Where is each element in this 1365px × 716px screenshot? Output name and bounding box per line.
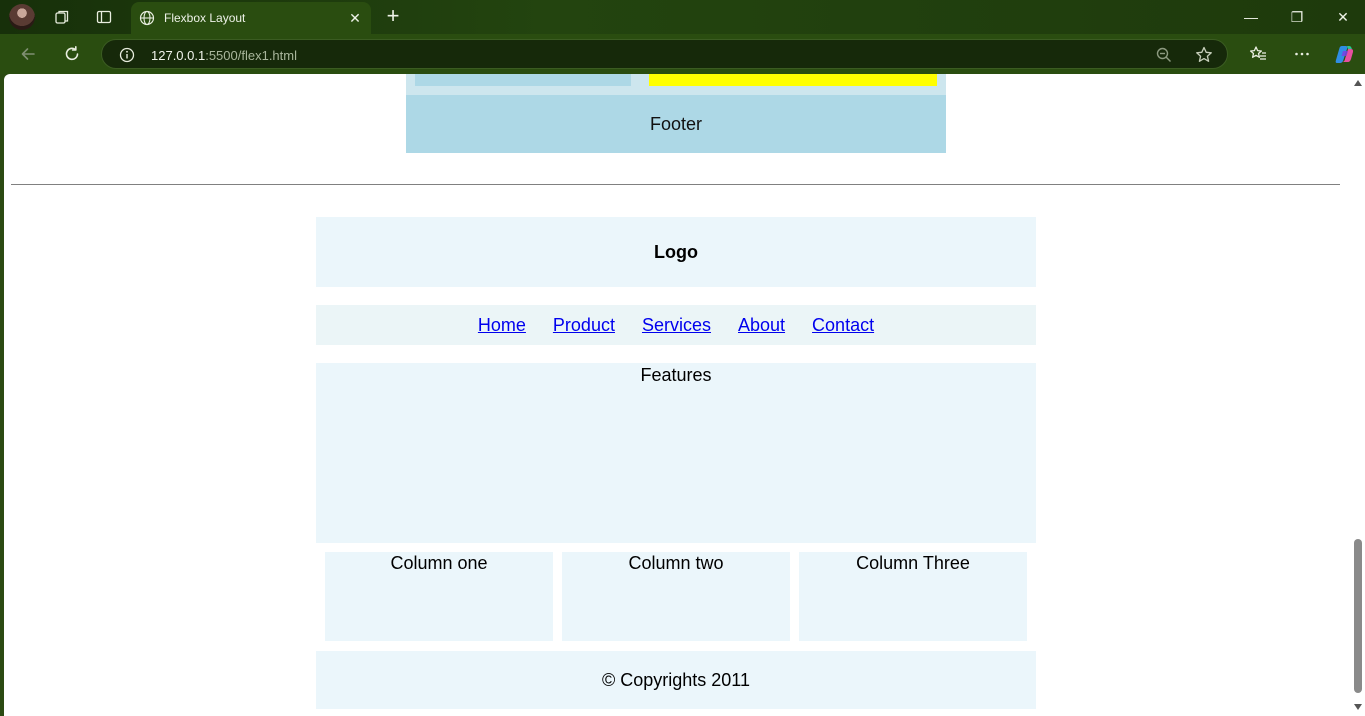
tab-title: Flexbox Layout (164, 11, 246, 25)
globe-icon (139, 10, 155, 26)
nav-link-home[interactable]: Home (478, 315, 526, 336)
features-section: Features (316, 363, 1036, 543)
restore-button[interactable]: ❐ (1274, 5, 1320, 29)
copyright-footer: © Copyrights 2011 (316, 651, 1036, 709)
previous-layout-footer: Footer (406, 95, 946, 153)
url-path: :5500/flex1.html (205, 48, 297, 63)
info-icon[interactable] (119, 47, 135, 63)
scroll-down-arrow-icon[interactable] (1354, 704, 1362, 710)
nav-bar: Home Product Services About Contact (316, 305, 1036, 345)
previous-layout-container (406, 74, 946, 95)
minimize-button[interactable]: — (1228, 5, 1274, 29)
zoom-out-icon[interactable] (1155, 46, 1173, 64)
scrollbar-thumb[interactable] (1354, 539, 1362, 693)
logo-box: Logo (316, 217, 1036, 287)
browser-toolbar: 127.0.0.1:5500/flex1.html (0, 34, 1365, 74)
nav-link-product[interactable]: Product (553, 315, 615, 336)
tab-flexbox-layout[interactable]: Flexbox Layout ✕ (131, 2, 371, 34)
scroll-up-arrow-icon[interactable] (1354, 80, 1362, 86)
column-two: Column two (562, 552, 790, 641)
address-bar[interactable]: 127.0.0.1:5500/flex1.html (101, 39, 1228, 69)
new-tab-button[interactable]: + (381, 5, 405, 29)
star-icon[interactable] (1194, 45, 1214, 65)
more-icon[interactable] (1290, 42, 1314, 66)
previous-layout-yellow-box (649, 74, 937, 86)
favorites-icon[interactable] (1246, 42, 1270, 66)
horizontal-rule (11, 184, 1340, 185)
vertical-scrollbar[interactable] (1351, 74, 1365, 716)
previous-layout-left-box (415, 74, 631, 86)
back-arrow-icon[interactable] (16, 42, 40, 66)
nav-link-contact[interactable]: Contact (812, 315, 874, 336)
copilot-icon[interactable] (1333, 43, 1355, 65)
nav-link-services[interactable]: Services (642, 315, 711, 336)
page-viewport: Footer Logo Home Product Services About … (4, 74, 1365, 716)
profile-avatar[interactable] (9, 4, 35, 30)
tab-bar: Flexbox Layout ✕ + — ❐ ✕ (0, 0, 1365, 34)
refresh-icon[interactable] (60, 42, 84, 66)
url-host: 127.0.0.1 (151, 48, 206, 63)
close-window-button[interactable]: ✕ (1320, 5, 1365, 29)
nav-link-about[interactable]: About (738, 315, 785, 336)
column-three: Column Three (799, 552, 1027, 641)
url-text: 127.0.0.1:5500/flex1.html (151, 48, 297, 63)
close-tab-icon[interactable]: ✕ (347, 10, 363, 26)
workspaces-icon[interactable] (49, 5, 75, 29)
tab-actions-icon[interactable] (91, 5, 117, 29)
column-one: Column one (325, 552, 553, 641)
